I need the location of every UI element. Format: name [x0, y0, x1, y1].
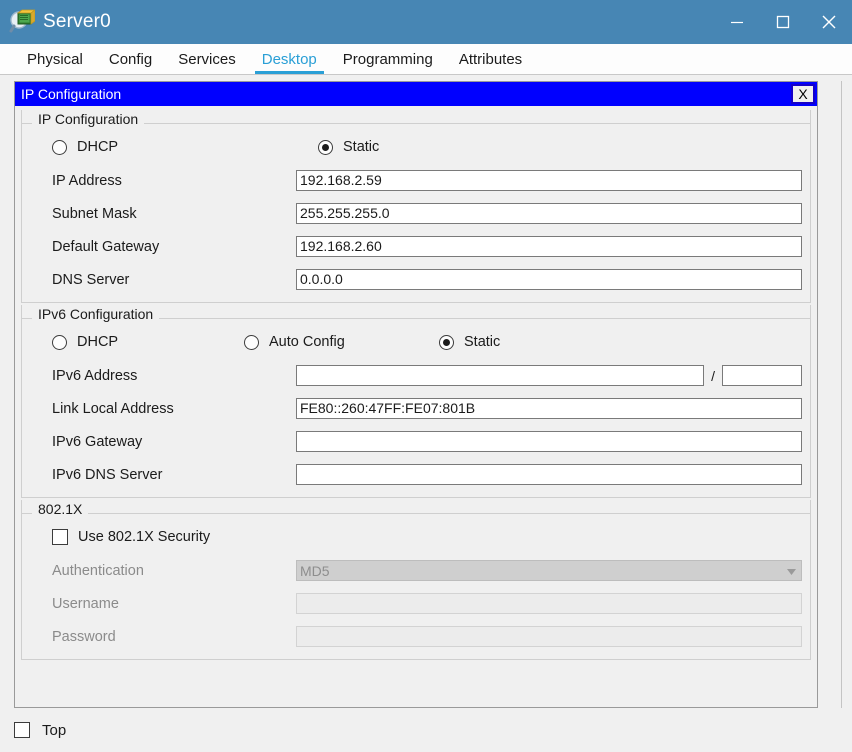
ip-configuration-body: IP Configuration DHCP Static IP Address …	[15, 106, 817, 707]
subnet-mask-input[interactable]: 255.255.255.0	[296, 203, 802, 224]
password-label: Password	[52, 628, 116, 645]
tab-services[interactable]: Services	[165, 52, 249, 74]
ipv6-dns-server-row: IPv6 DNS Server	[30, 458, 802, 491]
dot1x-group-label: 802.1X	[38, 501, 83, 517]
ipv6-configuration-group: IPv6 Configuration DHCP Auto Config Stat…	[21, 305, 811, 498]
ipv6-dhcp-label: DHCP	[77, 334, 119, 350]
desktop-panel: IP Configuration X IP Configuration DHCP	[0, 75, 852, 708]
dns-server-input[interactable]: 0.0.0.0	[296, 269, 802, 290]
group-rule-right	[159, 318, 810, 319]
ipv6-dns-server-input[interactable]	[296, 464, 802, 485]
ipv6-mode-row: DHCP Auto Config Static	[30, 325, 802, 359]
link-local-address-label: Link Local Address	[52, 400, 174, 417]
ip-configuration-group-label: IP Configuration	[38, 111, 139, 127]
authentication-label: Authentication	[52, 562, 144, 579]
ip-address-row: IP Address 192.168.2.59	[30, 164, 802, 197]
use-dot1x-security-checkbox-icon[interactable]	[52, 529, 68, 545]
minimize-button[interactable]	[714, 0, 760, 44]
ipv4-dhcp-label: DHCP	[77, 139, 119, 155]
ipv6-address-label: IPv6 Address	[52, 367, 138, 384]
ip-address-input[interactable]: 192.168.2.59	[296, 170, 802, 191]
ipv4-static-radio-icon[interactable]	[318, 139, 333, 155]
ipv6-dhcp-option[interactable]: DHCP	[52, 334, 244, 350]
subnet-mask-label: Subnet Mask	[52, 205, 137, 222]
use-dot1x-security-label: Use 802.1X Security	[78, 529, 211, 545]
tab-desktop[interactable]: Desktop	[249, 52, 330, 74]
link-local-address-input[interactable]: FE80::260:47FF:FE07:801B	[296, 398, 802, 419]
ipv6-dns-server-label: IPv6 DNS Server	[52, 466, 163, 483]
top-checkbox-icon[interactable]	[14, 722, 30, 738]
group-rule-right	[144, 123, 810, 124]
window-title: Server0	[43, 11, 111, 32]
ipv6-gateway-label: IPv6 Gateway	[52, 433, 143, 450]
ipv4-dhcp-radio-icon[interactable]	[52, 139, 67, 155]
ipv6-prefix-input[interactable]	[722, 365, 802, 386]
ipv6-dhcp-radio-icon[interactable]	[52, 334, 67, 350]
top-label: Top	[42, 721, 67, 739]
dot1x-enable-row: Use 802.1X Security	[30, 520, 802, 554]
default-gateway-row: Default Gateway 192.168.2.60	[30, 230, 802, 263]
dns-server-row: DNS Server 0.0.0.0	[30, 263, 802, 296]
ipv6-auto-config-label: Auto Config	[269, 334, 345, 350]
tab-programming[interactable]: Programming	[330, 52, 446, 74]
username-label: Username	[52, 595, 119, 612]
packet-tracer-device-icon	[9, 9, 37, 35]
group-rule-left	[22, 123, 32, 124]
group-rule-left	[22, 318, 32, 319]
tab-attributes[interactable]: Attributes	[446, 52, 535, 74]
ipv6-auto-config-option[interactable]: Auto Config	[244, 334, 439, 350]
dot1x-group-header: 802.1X	[22, 500, 810, 518]
window-footer: Top	[0, 708, 852, 752]
ipv6-address-input[interactable]	[296, 365, 705, 386]
ipv6-configuration-group-header: IPv6 Configuration	[22, 305, 810, 323]
dot1x-group: 802.1X Use 802.1X Security Authenticatio…	[21, 500, 811, 660]
ip-configuration-group-header: IP Configuration	[22, 110, 810, 128]
tab-config[interactable]: Config	[96, 52, 165, 74]
ipv6-prefix-separator: /	[711, 367, 715, 384]
maximize-button[interactable]	[760, 0, 806, 44]
device-tabs: Physical Config Services Desktop Program…	[0, 44, 852, 75]
dns-server-label: DNS Server	[52, 271, 130, 288]
ipv6-static-radio-icon[interactable]	[439, 334, 454, 350]
ipv6-gateway-input[interactable]	[296, 431, 802, 452]
tab-physical[interactable]: Physical	[14, 52, 96, 74]
ip-configuration-title-bar: IP Configuration X	[15, 82, 817, 106]
window-title-bar: Server0	[0, 0, 852, 44]
ipv6-static-option[interactable]: Static	[439, 334, 500, 350]
default-gateway-label: Default Gateway	[52, 238, 160, 255]
ipv4-static-option[interactable]: Static	[318, 139, 379, 155]
group-rule-right	[88, 513, 810, 514]
ip-configuration-group: IP Configuration DHCP Static IP Address …	[21, 110, 811, 303]
ip-configuration-window: IP Configuration X IP Configuration DHCP	[14, 81, 818, 708]
ip-configuration-close-button[interactable]: X	[791, 84, 815, 104]
password-row: Password	[30, 620, 802, 653]
use-dot1x-security-option[interactable]: Use 802.1X Security	[52, 529, 210, 545]
subnet-mask-row: Subnet Mask 255.255.255.0	[30, 197, 802, 230]
ipv4-static-label: Static	[343, 139, 380, 155]
ipv6-auto-config-radio-icon[interactable]	[244, 334, 259, 350]
ipv4-dhcp-option[interactable]: DHCP	[52, 139, 318, 155]
authentication-row: Authentication MD5	[30, 554, 802, 587]
username-input[interactable]	[296, 593, 802, 614]
password-input[interactable]	[296, 626, 802, 647]
device-window: Server0 Physical Config Services Desktop…	[0, 0, 852, 752]
ipv6-address-row: IPv6 Address /	[30, 359, 802, 392]
link-local-address-row: Link Local Address FE80::260:47FF:FE07:8…	[30, 392, 802, 425]
chevron-down-icon	[787, 562, 796, 580]
default-gateway-input[interactable]: 192.168.2.60	[296, 236, 802, 257]
ipv4-mode-row: DHCP Static	[30, 130, 802, 164]
ipv6-gateway-row: IPv6 Gateway	[30, 425, 802, 458]
ipv6-configuration-group-label: IPv6 Configuration	[38, 306, 154, 322]
authentication-select[interactable]: MD5	[296, 560, 802, 581]
ip-configuration-title: IP Configuration	[21, 86, 122, 102]
group-rule-left	[22, 513, 32, 514]
window-controls	[714, 0, 852, 44]
authentication-selected-value: MD5	[300, 562, 330, 579]
close-button[interactable]	[806, 0, 852, 44]
ipv6-static-label: Static	[464, 334, 501, 350]
username-row: Username	[30, 587, 802, 620]
ip-address-label: IP Address	[52, 172, 122, 189]
panel-divider	[841, 81, 842, 708]
